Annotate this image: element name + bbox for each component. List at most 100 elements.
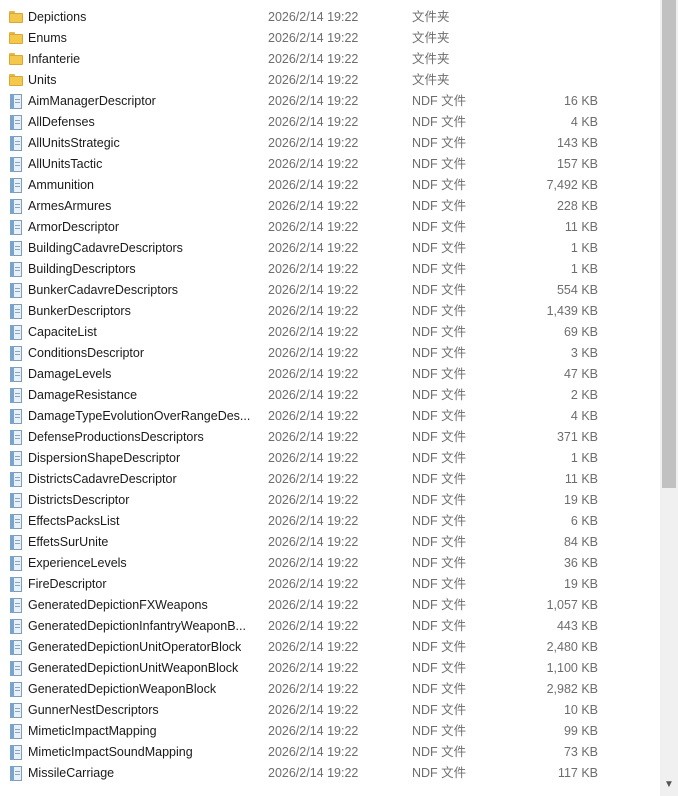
file-size: 84 KB	[563, 535, 598, 549]
file-row[interactable]: DefenseProductionsDescriptors 2026/2/14 1…	[0, 427, 660, 448]
file-name: DistrictsCadavreDescriptor	[28, 472, 177, 486]
file-date: 2026/2/14 19:22	[268, 94, 359, 108]
file-row[interactable]: DamageTypeEvolutionOverRangeDes... 2026/2…	[0, 406, 660, 427]
ndf-file-icon	[9, 703, 23, 718]
file-date: 2026/2/14 19:22	[268, 703, 359, 717]
file-size: 6 KB	[570, 514, 598, 528]
file-row[interactable]: ConditionsDescriptor 2026/2/14 19:22 NDF 文…	[0, 343, 660, 364]
file-row[interactable]: DamageLevels 2026/2/14 19:22 NDF 文件 47 KB	[0, 364, 660, 385]
file-name: GunnerNestDescriptors	[28, 703, 159, 717]
file-row[interactable]: GunnerNestDescriptors 2026/2/14 19:22 NDF …	[0, 700, 660, 721]
file-size: 69 KB	[563, 325, 598, 339]
file-name: Depictions	[28, 10, 87, 24]
file-row[interactable]: DistrictsCadavreDescriptor 2026/2/14 19:2…	[0, 469, 660, 490]
file-row[interactable]: GeneratedDepictionUnitWeaponBlock 2026/2/…	[0, 658, 660, 679]
file-row[interactable]: AllDefenses 2026/2/14 19:22 NDF 文件 4 KB	[0, 112, 660, 133]
scrollbar-thumb[interactable]	[662, 0, 676, 488]
file-date: 2026/2/14 19:22	[268, 556, 359, 570]
file-name: DistrictsDescriptor	[28, 493, 130, 507]
file-row[interactable]: EffectsPacksList 2026/2/14 19:22 NDF 文件 6 K…	[0, 511, 660, 532]
file-type: NDF 文件	[412, 661, 467, 675]
file-name: DamageLevels	[28, 367, 112, 381]
ndf-file-icon	[9, 493, 23, 508]
ndf-file-icon	[9, 409, 23, 424]
file-date: 2026/2/14 19:22	[268, 178, 359, 192]
file-size: 47 KB	[563, 367, 598, 381]
file-date: 2026/2/14 19:22	[268, 346, 359, 360]
file-row[interactable]: BunkerDescriptors 2026/2/14 19:22 NDF 文件 1,…	[0, 301, 660, 322]
file-row[interactable]: Ammunition 2026/2/14 19:22 NDF 文件 7,492 KB	[0, 175, 660, 196]
file-type: NDF 文件	[412, 325, 467, 339]
file-date: 2026/2/14 19:22	[268, 514, 359, 528]
file-list: Depictions 2026/2/14 19:22 文件夹 Enums 2026/2/…	[0, 7, 660, 784]
file-row[interactable]: CapaciteList 2026/2/14 19:22 NDF 文件 69 KB	[0, 322, 660, 343]
file-row[interactable]: GeneratedDepictionUnitOperatorBlock 2026/…	[0, 637, 660, 658]
ndf-file-icon	[9, 514, 23, 529]
ndf-file-icon	[9, 472, 23, 487]
file-size: 19 KB	[563, 577, 598, 591]
file-row[interactable]: GeneratedDepictionWeaponBlock 2026/2/14 1…	[0, 679, 660, 700]
file-row[interactable]: AimManagerDescriptor 2026/2/14 19:22 NDF 文…	[0, 91, 660, 112]
file-date: 2026/2/14 19:22	[268, 31, 359, 45]
file-row[interactable]: ArmesArmures 2026/2/14 19:22 NDF 文件 228 KB	[0, 196, 660, 217]
file-row[interactable]: FireDescriptor 2026/2/14 19:22 NDF 文件 19 KB	[0, 574, 660, 595]
file-row[interactable]: BuildingCadavreDescriptors 2026/2/14 19:2…	[0, 238, 660, 259]
file-name: ConditionsDescriptor	[28, 346, 145, 360]
folder-row[interactable]: Enums 2026/2/14 19:22 文件夹	[0, 28, 660, 49]
file-size: 4 KB	[570, 115, 598, 129]
file-row[interactable]: MimeticImpactSoundMapping 2026/2/14 19:22…	[0, 742, 660, 763]
file-size: 143 KB	[556, 136, 598, 150]
file-row[interactable]: ArmorDescriptor 2026/2/14 19:22 NDF 文件 11 K…	[0, 217, 660, 238]
file-name: GeneratedDepictionUnitWeaponBlock	[28, 661, 239, 675]
file-type: NDF 文件	[412, 367, 467, 381]
ndf-file-icon	[9, 451, 23, 466]
file-row[interactable]: GeneratedDepictionFXWeapons 2026/2/14 19:…	[0, 595, 660, 616]
file-row[interactable]: GeneratedDepictionInfantryWeaponB... 2026…	[0, 616, 660, 637]
file-size: 36 KB	[563, 556, 598, 570]
ndf-file-icon	[9, 766, 23, 781]
ndf-file-icon	[9, 745, 23, 760]
file-type: NDF 文件	[412, 241, 467, 255]
file-row[interactable]: ExperienceLevels 2026/2/14 19:22 NDF 文件 36 …	[0, 553, 660, 574]
file-row[interactable]: BunkerCadavreDescriptors 2026/2/14 19:22 N…	[0, 280, 660, 301]
file-name: GeneratedDepictionWeaponBlock	[28, 682, 217, 696]
folder-row[interactable]: Depictions 2026/2/14 19:22 文件夹	[0, 7, 660, 28]
ndf-file-icon	[9, 535, 23, 550]
folder-row[interactable]: Infanterie 2026/2/14 19:22 文件夹	[0, 49, 660, 70]
chevron-down-icon[interactable]: ▼	[660, 778, 678, 792]
file-date: 2026/2/14 19:22	[268, 598, 359, 612]
ndf-file-icon	[9, 682, 23, 697]
file-type: NDF 文件	[412, 745, 467, 759]
file-name: Infanterie	[28, 52, 81, 66]
file-name: AimManagerDescriptor	[28, 94, 156, 108]
file-row[interactable]: AllUnitsTactic 2026/2/14 19:22 NDF 文件 157 K…	[0, 154, 660, 175]
file-row[interactable]: AllUnitsStrategic 2026/2/14 19:22 NDF 文件 14…	[0, 133, 660, 154]
file-size: 1,439 KB	[546, 304, 598, 318]
file-name: DefenseProductionsDescriptors	[28, 430, 204, 444]
file-size: 73 KB	[563, 745, 598, 759]
file-date: 2026/2/14 19:22	[268, 136, 359, 150]
file-size: 554 KB	[556, 283, 598, 297]
file-name: BuildingDescriptors	[28, 262, 136, 276]
folder-row[interactable]: Units 2026/2/14 19:22 文件夹	[0, 70, 660, 91]
file-date: 2026/2/14 19:22	[268, 10, 359, 24]
file-row[interactable]: MissileCarriage 2026/2/14 19:22 NDF 文件 117 …	[0, 763, 660, 784]
file-size: 3 KB	[570, 346, 598, 360]
file-name: AllDefenses	[28, 115, 95, 129]
vertical-scrollbar[interactable]: ▼	[660, 0, 678, 796]
file-name: BunkerDescriptors	[28, 304, 131, 318]
file-row[interactable]: BuildingDescriptors 2026/2/14 19:22 NDF 文件…	[0, 259, 660, 280]
file-row[interactable]: EffetsSurUnite 2026/2/14 19:22 NDF 文件 84 KB	[0, 532, 660, 553]
file-name: AllUnitsTactic	[28, 157, 103, 171]
file-name: EffectsPacksList	[28, 514, 120, 528]
file-date: 2026/2/14 19:22	[268, 241, 359, 255]
file-row[interactable]: DamageResistance 2026/2/14 19:22 NDF 文件 2 K…	[0, 385, 660, 406]
file-name: CapaciteList	[28, 325, 97, 339]
file-name: ExperienceLevels	[28, 556, 127, 570]
ndf-file-icon	[9, 619, 23, 634]
file-row[interactable]: DispersionShapeDescriptor 2026/2/14 19:22…	[0, 448, 660, 469]
file-row[interactable]: DistrictsDescriptor 2026/2/14 19:22 NDF 文件…	[0, 490, 660, 511]
ndf-file-icon	[9, 556, 23, 571]
file-size: 1 KB	[570, 262, 598, 276]
file-row[interactable]: MimeticImpactMapping 2026/2/14 19:22 NDF 文…	[0, 721, 660, 742]
